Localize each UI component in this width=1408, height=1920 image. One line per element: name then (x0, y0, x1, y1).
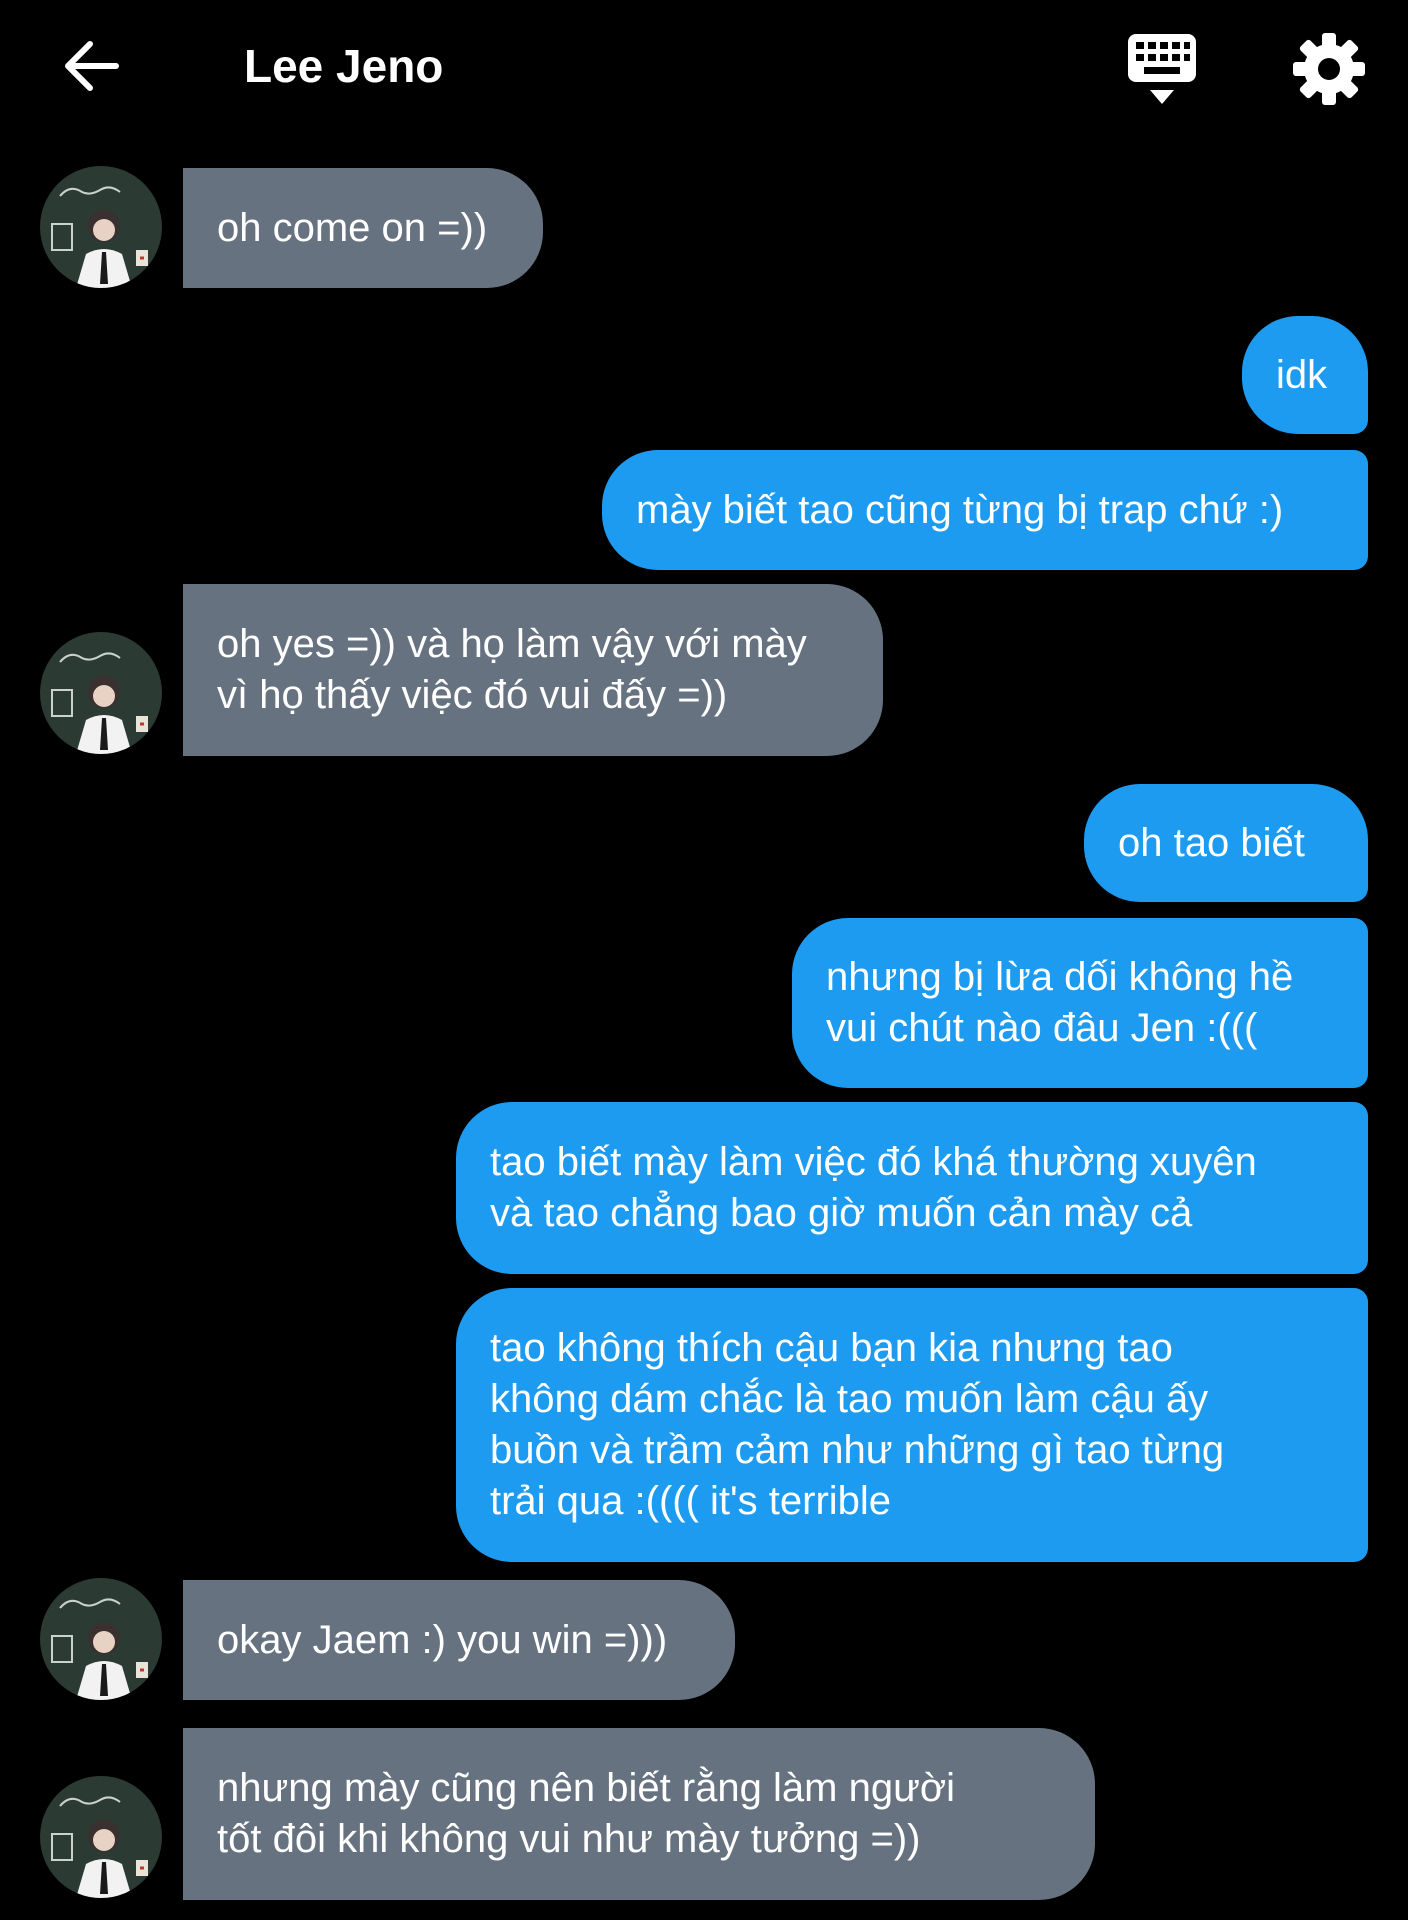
message-text: nhưng bị lừa dối không hề vui chút nào đ… (826, 955, 1294, 1050)
avatar[interactable] (40, 166, 162, 288)
message-text: oh come on =)) (217, 205, 488, 250)
message-text: idk (1276, 352, 1328, 397)
back-button[interactable] (56, 30, 128, 102)
message-text: nhưng mày cũng nên biết rằng làm người t… (217, 1766, 955, 1861)
outgoing-message[interactable]: nhưng bị lừa dối không hề vui chút nào đ… (792, 918, 1368, 1088)
incoming-message[interactable]: nhưng mày cũng nên biết rằng làm người t… (183, 1728, 1095, 1900)
message-text: tao không thích cậu bạn kia nhưng tao kh… (490, 1326, 1225, 1523)
avatar[interactable] (40, 1578, 162, 1700)
keyboard-button[interactable] (1124, 30, 1200, 110)
avatar[interactable] (40, 1776, 162, 1898)
outgoing-message[interactable]: tao biết mày làm việc đó khá thường xuyê… (456, 1102, 1368, 1274)
message-text: oh tao biết (1118, 820, 1305, 865)
incoming-message[interactable]: oh come on =)) (183, 168, 543, 288)
chat-header: Lee Jeno (0, 0, 1408, 140)
arrow-left-icon (65, 41, 119, 91)
avatar[interactable] (40, 632, 162, 754)
outgoing-message[interactable]: oh tao biết (1084, 784, 1368, 902)
chat-title: Lee Jeno (244, 40, 444, 92)
message-text: okay Jaem :) you win =))) (217, 1617, 668, 1662)
message-text: tao biết mày làm việc đó khá thường xuyê… (490, 1140, 1257, 1235)
message-text: mày biết tao cũng từng bị trap chứ :) (636, 487, 1284, 532)
message-text: oh yes =)) và họ làm vậy với mày vì họ t… (217, 622, 807, 717)
outgoing-message[interactable]: idk (1242, 316, 1368, 434)
incoming-message[interactable]: okay Jaem :) you win =))) (183, 1580, 735, 1700)
outgoing-message[interactable]: mày biết tao cũng từng bị trap chứ :) (602, 450, 1368, 570)
outgoing-message[interactable]: tao không thích cậu bạn kia nhưng tao kh… (456, 1288, 1368, 1562)
keyboard-icon (1128, 34, 1196, 104)
settings-button[interactable] (1290, 30, 1368, 108)
gear-icon (1293, 33, 1365, 105)
incoming-message[interactable]: oh yes =)) và họ làm vậy với mày vì họ t… (183, 584, 883, 756)
